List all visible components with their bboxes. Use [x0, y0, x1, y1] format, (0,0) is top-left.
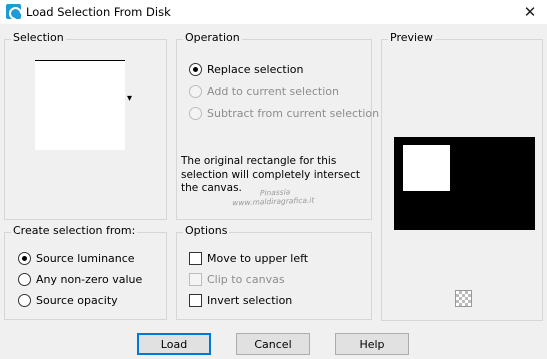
selection-legend: Selection — [11, 31, 66, 44]
radio-indicator — [18, 294, 31, 307]
radio-source-luminance[interactable]: Source luminance — [18, 252, 135, 265]
checkbox-clip-to-canvas: Clip to canvas — [189, 273, 285, 286]
window-title: Load Selection From Disk — [26, 5, 171, 19]
title-bar: Load Selection From Disk ✕ — [0, 0, 547, 24]
operation-legend: Operation — [183, 31, 242, 44]
checkbox-label: Clip to canvas — [207, 273, 285, 286]
watermark: Pinassia www.maldiragrafica.it — [232, 187, 314, 207]
radio-add-to-current-selection: Add to current selection — [189, 85, 339, 98]
cancel-button[interactable]: Cancel — [236, 333, 310, 355]
app-icon — [6, 4, 21, 19]
dropdown-arrow-icon[interactable]: ▾ — [127, 93, 132, 104]
help-button[interactable]: Help — [335, 333, 409, 355]
radio-source-opacity[interactable]: Source opacity — [18, 294, 118, 307]
preview-legend: Preview — [388, 31, 435, 44]
radio-label: Any non-zero value — [36, 273, 143, 286]
checkbox-move-to-upper-left[interactable]: Move to upper left — [189, 252, 308, 265]
radio-label: Source opacity — [36, 294, 118, 307]
checkbox-indicator — [189, 252, 202, 265]
selection-group: Selection ▾ — [4, 31, 167, 220]
radio-label: Subtract from current selection — [207, 107, 380, 120]
checkerboard-toggle-icon[interactable] — [455, 290, 472, 307]
radio-replace-selection[interactable]: Replace selection — [189, 63, 303, 76]
checkbox-indicator — [189, 273, 202, 286]
options-legend: Options — [183, 224, 230, 237]
load-button[interactable]: Load — [137, 333, 211, 355]
radio-indicator — [189, 63, 202, 76]
checkbox-label: Move to upper left — [207, 252, 309, 265]
preview-group: Preview — [381, 31, 543, 321]
create-from-legend: Create selection from: — [11, 224, 138, 237]
options-group: Options Move to upper left Clip to canva… — [176, 224, 372, 320]
checkbox-invert-selection[interactable]: Invert selection — [189, 294, 292, 307]
close-button[interactable]: ✕ — [513, 0, 547, 24]
create-from-group: Create selection from: Source luminance … — [4, 224, 167, 320]
radio-indicator — [189, 107, 202, 120]
selection-thumbnail-dropdown[interactable] — [35, 60, 125, 150]
radio-label: Add to current selection — [207, 85, 339, 98]
radio-label: Replace selection — [207, 63, 304, 76]
radio-subtract-from-current-selection: Subtract from current selection — [189, 107, 379, 120]
radio-indicator — [18, 252, 31, 265]
preview-selection-shape — [403, 145, 450, 191]
preview-canvas — [394, 137, 535, 230]
radio-indicator — [18, 273, 31, 286]
radio-indicator — [189, 85, 202, 98]
checkbox-label: Invert selection — [207, 294, 293, 307]
checkbox-indicator — [189, 294, 202, 307]
radio-any-non-zero-value[interactable]: Any non-zero value — [18, 273, 142, 286]
radio-label: Source luminance — [36, 252, 135, 265]
